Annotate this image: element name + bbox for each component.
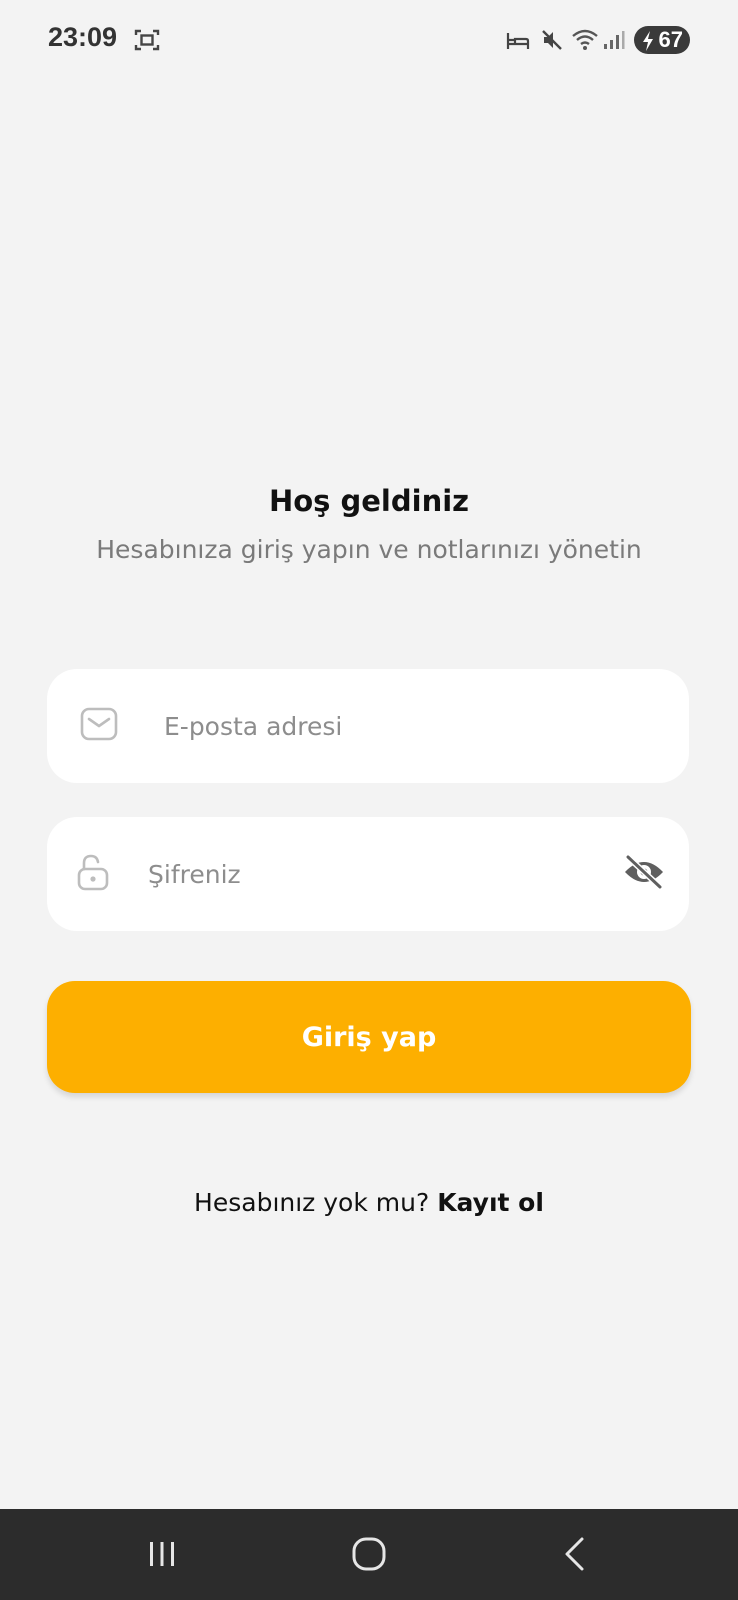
back-icon[interactable] (551, 1531, 601, 1577)
password-field[interactable] (47, 817, 689, 931)
password-input[interactable] (148, 817, 598, 931)
welcome-subtitle: Hesabınıza giriş yapın ve notlarınızı yö… (96, 535, 642, 564)
login-button[interactable]: Giriş yap (47, 981, 691, 1093)
wifi-icon (571, 27, 599, 55)
navigation-bar (0, 1509, 738, 1600)
mail-icon (80, 707, 118, 745)
email-input[interactable] (164, 669, 664, 783)
status-time: 23:09 (48, 22, 118, 52)
charging-bolt-icon (642, 30, 654, 58)
recent-apps-icon[interactable] (137, 1531, 187, 1577)
home-icon[interactable] (344, 1531, 394, 1577)
status-bar: 23:09 67 (0, 0, 738, 80)
register-question: Hesabınız yok mu? (194, 1188, 430, 1217)
mute-icon (540, 28, 564, 56)
unlock-icon (77, 853, 109, 895)
battery-level: 67 (658, 27, 683, 52)
eye-off-icon[interactable] (622, 854, 666, 894)
signal-icon (603, 30, 625, 54)
screenshot-icon (134, 28, 160, 56)
email-field[interactable] (47, 669, 689, 783)
register-prompt: Hesabınız yok mu? Kayıt ol (0, 1188, 738, 1217)
battery-indicator: 67 (634, 26, 690, 54)
bed-icon (506, 30, 530, 56)
welcome-title: Hoş geldiniz (268, 484, 470, 518)
register-link[interactable]: Kayıt ol (437, 1188, 544, 1217)
